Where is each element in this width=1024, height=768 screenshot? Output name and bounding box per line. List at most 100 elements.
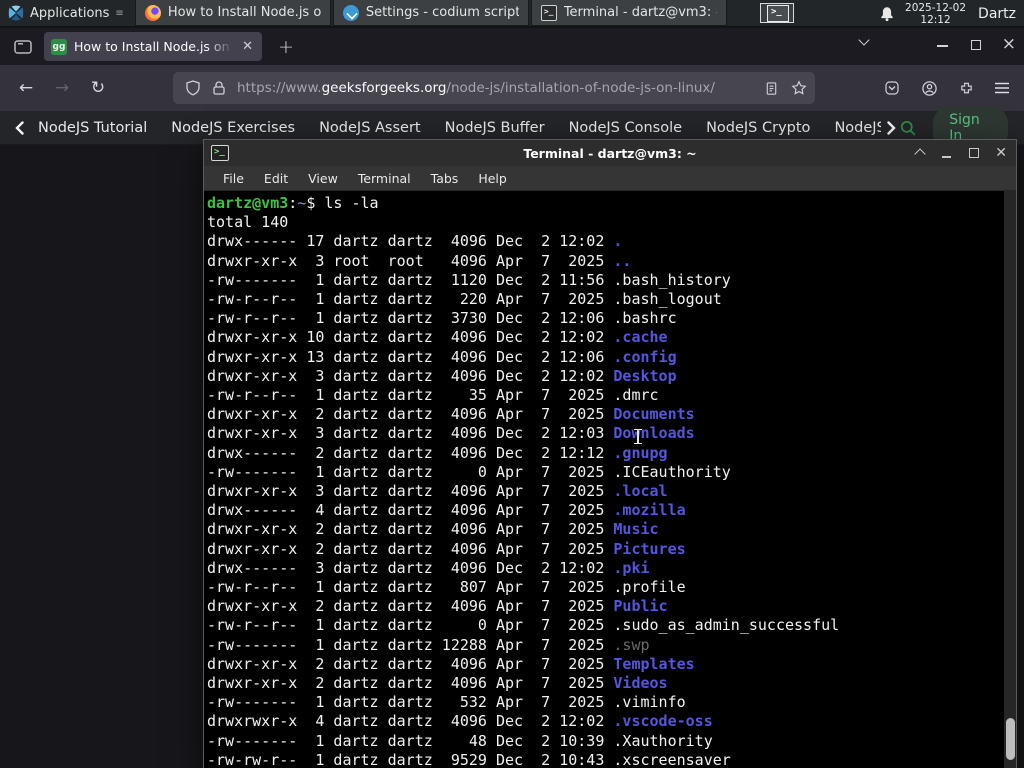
file-name: .xscreensaver: [613, 750, 731, 768]
terminal-output-line: -rw------- 1 dartz dartz 48 Dec 2 10:39 …: [207, 731, 713, 750]
desktop: Applications ≡ How to Install Node.js o.…: [0, 0, 1024, 768]
navigation-toolbar: ← → ↻ https://www.geeksforgeeks.org/node…: [0, 65, 1024, 111]
terminal-output-line: drwx------ 4 dartz dartz 4096 Apr 7 2025…: [207, 501, 686, 520]
workspace-pager[interactable]: [758, 1, 802, 26]
pocket-save-icon[interactable]: [878, 74, 906, 102]
file-name: .profile: [613, 578, 686, 597]
tracking-protection-shield-icon[interactable]: [185, 80, 201, 96]
forward-button[interactable]: →: [48, 74, 76, 102]
tab-title: How to Install Node.js on: [74, 39, 234, 54]
reader-mode-icon[interactable]: [764, 81, 779, 96]
terminal-output-line: -rw-r--r-- 1 dartz dartz 3730 Dec 2 12:0…: [207, 309, 677, 328]
file-name: Music: [613, 520, 659, 539]
site-nav-item[interactable]: NodeJS Console: [569, 120, 683, 136]
file-name: .: [613, 232, 623, 251]
firefox-view-button[interactable]: [10, 36, 36, 58]
firefox-icon: [144, 4, 161, 21]
applications-button[interactable]: Applications ≡: [0, 0, 131, 26]
lock-icon[interactable]: [211, 80, 227, 96]
terminal-output-line: -rw-r--r-- 1 dartz dartz 0 Apr 7 2025 .s…: [207, 616, 840, 635]
site-nav-item[interactable]: NodeJS Assert: [319, 120, 421, 136]
geeksforgeeks-favicon: gg: [51, 38, 67, 55]
site-nav-item[interactable]: NodeJS Buffer: [445, 120, 545, 136]
site-nav-item[interactable]: NodeJS Tutorial: [38, 120, 147, 136]
file-name: Downloads: [613, 424, 695, 443]
nav-scroll-right-icon[interactable]: [883, 120, 899, 136]
terminal-output-line: -rw-rw-r-- 1 dartz dartz 9529 Dec 2 10:4…: [207, 750, 731, 768]
terminal-menu-help[interactable]: Help: [468, 168, 517, 189]
url-scheme: https://www.: [237, 80, 322, 96]
nav-scroll-left-icon[interactable]: [12, 120, 28, 136]
terminal-minimize-button[interactable]: [941, 147, 953, 159]
terminal-shade-button[interactable]: [914, 147, 926, 159]
back-button[interactable]: ←: [12, 74, 40, 102]
new-tab-button[interactable]: +: [272, 36, 300, 58]
extensions-puzzle-icon[interactable]: [952, 74, 980, 102]
terminal-output-line: drwxr-xr-x 2 dartz dartz 4096 Apr 7 2025…: [207, 405, 695, 424]
terminal-output-line: drwxr-xr-x 3 dartz dartz 4096 Dec 2 12:0…: [207, 366, 677, 385]
terminal-output-line: drwx------ 3 dartz dartz 4096 Dec 2 12:0…: [207, 558, 650, 577]
reload-button[interactable]: ↻: [84, 74, 112, 102]
prompt-path: ~: [297, 194, 307, 212]
terminal-maximize-button[interactable]: [968, 147, 980, 159]
site-nav-item[interactable]: NodeJS DNS: [834, 120, 881, 136]
terminal-total-line: total 140: [207, 213, 289, 232]
url-domain: geeksforgeeks.org: [321, 80, 447, 96]
bookmark-star-icon[interactable]: [791, 80, 807, 96]
terminal-menu-tabs[interactable]: Tabs: [421, 168, 469, 189]
terminal-output-line: drwxr-xr-x 2 dartz dartz 4096 Apr 7 2025…: [207, 674, 668, 693]
terminal-scrollbar[interactable]: [1004, 191, 1016, 768]
taskbar-window-button[interactable]: Settings - codium script...: [332, 0, 529, 26]
terminal-mini-icon: [540, 4, 557, 21]
taskbar-window-title: Terminal - dartz@vm3: ~: [563, 5, 717, 20]
terminal-output-line: drwxr-xr-x 3 dartz dartz 4096 Dec 2 12:0…: [207, 424, 695, 443]
panel-tray: 2025-12-02 12:12 Dartz: [879, 0, 1024, 27]
typed-command: ls -la: [324, 194, 379, 212]
file-name: .bash_history: [613, 270, 731, 289]
window-close-button[interactable]: ×: [1002, 34, 1016, 54]
vscodium-icon: [342, 4, 359, 21]
window-maximize-button[interactable]: [971, 40, 981, 50]
terminal-output-line: drwxr-xr-x 3 dartz dartz 4096 Apr 7 2025…: [207, 482, 668, 501]
terminal-output-line: drwxr-xr-x 2 dartz dartz 4096 Apr 7 2025…: [207, 597, 668, 616]
file-name: Pictures: [613, 539, 686, 558]
terminal-app-icon: [211, 145, 229, 161]
xubuntu-logo-icon: [8, 5, 24, 21]
taskbar: How to Install Node.js o... Settings - co…: [134, 0, 727, 26]
menu-hamburger-icon[interactable]: [988, 74, 1016, 102]
file-name: Videos: [613, 674, 668, 693]
terminal-menubar: File Edit View Terminal Tabs Help: [204, 166, 1016, 191]
terminal-output[interactable]: dartz@vm3:~$ ls -la total 140 drwx------ …: [204, 191, 1016, 768]
site-nav-item[interactable]: NodeJS Crypto: [706, 120, 810, 136]
terminal-menu-file[interactable]: File: [213, 168, 254, 189]
account-icon[interactable]: [915, 74, 943, 102]
terminal-menu-edit[interactable]: Edit: [254, 168, 298, 189]
taskbar-window-button[interactable]: How to Install Node.js o...: [134, 0, 331, 26]
terminal-output-line: drwxr-xr-x 2 dartz dartz 4096 Apr 7 2025…: [207, 539, 686, 558]
file-name: Templates: [613, 654, 695, 673]
url-bar[interactable]: https://www.geeksforgeeks.org/node-js/in…: [173, 72, 815, 104]
terminal-close-button[interactable]: ✕: [995, 146, 1007, 160]
list-all-tabs-icon[interactable]: [858, 34, 870, 46]
file-name: .pki: [613, 558, 650, 577]
terminal-scrollbar-thumb[interactable]: [1006, 718, 1015, 760]
terminal-menu-view[interactable]: View: [298, 168, 348, 189]
site-nav-item[interactable]: NodeJS Exercises: [171, 120, 295, 136]
terminal-menu-terminal[interactable]: Terminal: [348, 168, 421, 189]
prompt-user-host: dartz@vm3: [207, 194, 289, 212]
tab-close-icon[interactable]: ✕: [240, 38, 255, 55]
file-name: .Xauthority: [613, 731, 713, 750]
search-icon[interactable]: [899, 118, 917, 138]
terminal-output-line: drwxr-xr-x 13 dartz dartz 4096 Dec 2 12:…: [207, 347, 677, 366]
browser-tab[interactable]: gg How to Install Node.js on ✕: [44, 32, 262, 61]
terminal-prompt-line: dartz@vm3:~$ ls -la: [207, 194, 379, 212]
terminal-titlebar[interactable]: Terminal - dartz@vm3: ~ ✕: [204, 140, 1016, 166]
notification-bell-icon[interactable]: [879, 6, 895, 22]
terminal-title: Terminal - dartz@vm3: ~: [523, 145, 697, 161]
file-name: ..: [613, 251, 632, 270]
taskbar-window-button[interactable]: Terminal - dartz@vm3: ~: [530, 0, 727, 26]
terminal-output-line: drwx------ 17 dartz dartz 4096 Dec 2 12:…: [207, 232, 623, 251]
window-minimize-button[interactable]: [937, 45, 948, 47]
applications-label: Applications: [30, 5, 110, 21]
file-name: .viminfo: [613, 693, 686, 712]
